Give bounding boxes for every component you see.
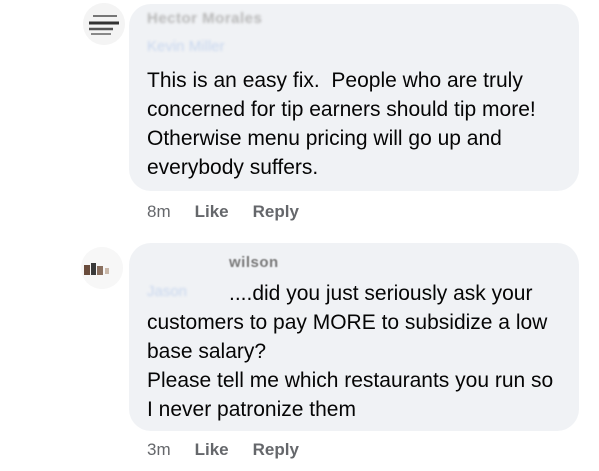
- comment-bubble: Hector Morales Kevin Miller This is an e…: [129, 4, 579, 191]
- like-button[interactable]: Like: [195, 440, 229, 460]
- comment-bubble: wilson Jason ....did you just seriously …: [129, 243, 579, 431]
- comment-2: wilson Jason ....did you just seriously …: [0, 235, 599, 471]
- comment-timestamp[interactable]: 8m: [147, 202, 171, 222]
- reply-button[interactable]: Reply: [253, 202, 299, 222]
- comment-author[interactable]: Hector Morales: [147, 10, 262, 27]
- comment-1: Hector Morales Kevin Miller This is an e…: [0, 0, 599, 235]
- comment-actions: 3m Like Reply: [147, 440, 299, 460]
- like-button[interactable]: Like: [195, 202, 229, 222]
- reply-button[interactable]: Reply: [253, 440, 299, 460]
- avatar-image: [81, 247, 123, 289]
- commenter-avatar[interactable]: [81, 247, 123, 289]
- comment-text: ....did you just seriously ask your cust…: [147, 282, 554, 421]
- avatar-image: [83, 3, 125, 45]
- comment-author[interactable]: wilson: [229, 254, 279, 271]
- commenter-avatar[interactable]: [83, 3, 125, 45]
- reply-mention[interactable]: Kevin Miller: [147, 38, 225, 55]
- comment-actions: 8m Like Reply: [147, 202, 299, 222]
- comment-timestamp[interactable]: 3m: [147, 440, 171, 460]
- comment-text: This is an easy fix. People who are trul…: [147, 69, 548, 179]
